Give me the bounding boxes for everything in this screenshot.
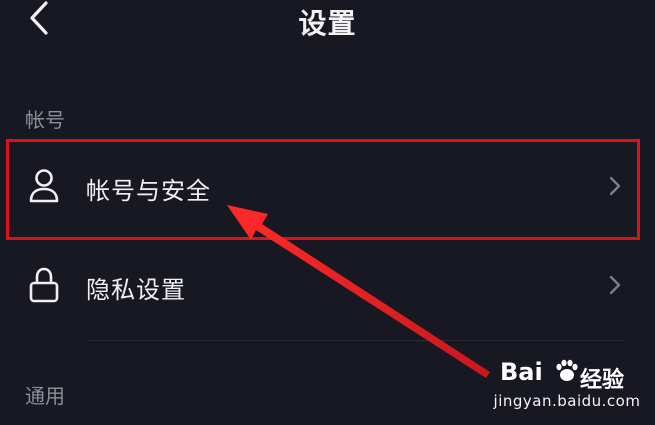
paw-icon	[556, 359, 578, 381]
highlight-annotation-box	[6, 139, 640, 240]
settings-item-label: 隐私设置	[86, 276, 186, 304]
baidu-jingyan-watermark: Bai 经验 jingyan.baidu.com	[492, 352, 642, 414]
watermark-logo-text: Bai	[500, 358, 543, 386]
watermark-url: jingyan.baidu.com	[493, 392, 641, 410]
header-bar: 设置	[0, 0, 655, 40]
watermark-logo-suffix: 经验	[580, 368, 625, 393]
page-title: 设置	[298, 7, 357, 40]
lock-icon	[29, 267, 59, 303]
section-label-account: 帐号	[25, 108, 65, 132]
section-label-general: 通用	[25, 384, 65, 408]
section-divider	[88, 340, 625, 341]
chevron-right-icon	[609, 275, 621, 295]
settings-item-privacy[interactable]: 隐私设置	[0, 238, 655, 334]
